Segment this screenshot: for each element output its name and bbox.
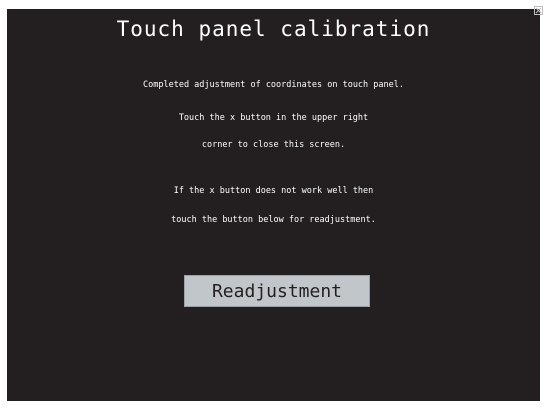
instruction-line-3: If the x button does not work well then — [173, 186, 374, 196]
close-button[interactable] — [531, 3, 545, 17]
close-icon — [533, 5, 543, 15]
page-title: Touch panel calibration — [116, 17, 431, 41]
instruction-line-1: Touch the x button in the upper right — [178, 113, 369, 123]
instruction-line-2: corner to close this screen. — [201, 140, 346, 150]
calibration-screen: Touch panel calibration Completed adjust… — [7, 5, 543, 401]
instruction-line-4: touch the button below for readjustment. — [171, 215, 376, 225]
readjustment-button[interactable]: Readjustment — [184, 275, 370, 307]
status-message: Completed adjustment of coordinates on t… — [143, 80, 404, 90]
